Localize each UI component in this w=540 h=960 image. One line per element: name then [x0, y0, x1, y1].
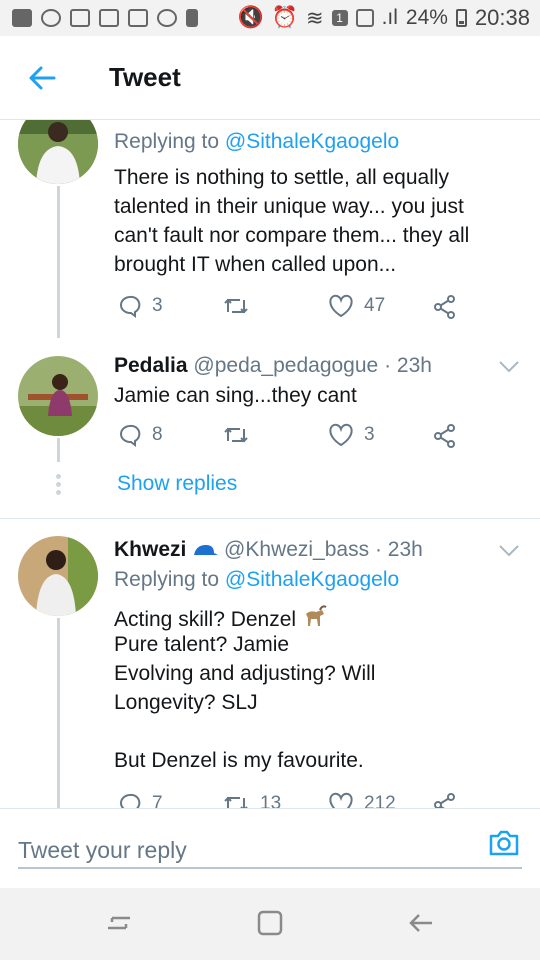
reply-icon [120, 793, 141, 808]
retweet-count: 13 [260, 793, 282, 808]
retweet-button[interactable] [222, 294, 250, 318]
camera-notification-icon [157, 9, 177, 27]
reply-placeholder: Tweet your reply [18, 837, 187, 863]
whatsapp-icon [41, 9, 61, 27]
heart-icon [329, 294, 353, 318]
retweet-button[interactable]: 13 [222, 792, 281, 808]
tweet-text-line: Evolving and adjusting? Will [114, 662, 376, 685]
tweet-text-line: Acting skill? Denzel [114, 604, 328, 632]
notification-icons [0, 9, 198, 27]
tweet-actions: 7 13 212 [114, 792, 474, 808]
like-button[interactable]: 47 [328, 294, 385, 318]
tweet-header: Pedalia @peda_pedagogue · 23h [114, 354, 432, 378]
heart-icon [329, 423, 353, 447]
tweet-text-line: brought IT when called upon... [114, 253, 397, 276]
sd-card-icon [186, 9, 198, 27]
mention-link[interactable]: @SithaleKgaogelo [225, 568, 399, 591]
avatar[interactable] [18, 120, 98, 184]
thread-connector [57, 438, 60, 462]
reply-composer: Tweet your reply [0, 808, 540, 889]
tweet-text-line: Longevity? SLJ [114, 691, 258, 714]
reply-count: 3 [152, 295, 163, 316]
wifi-icon: ≋ [305, 6, 324, 30]
like-count: 212 [364, 793, 396, 808]
mention-link[interactable]: @SithaleKgaogelo [225, 130, 399, 153]
username[interactable]: @peda_pedagogue [193, 354, 378, 377]
chevron-down-icon[interactable] [498, 544, 520, 558]
reply-count: 8 [152, 424, 163, 445]
home-icon[interactable] [257, 910, 283, 936]
chevron-down-icon[interactable] [498, 360, 520, 374]
tweet-text-line: can't fault nor compare them... they all [114, 224, 470, 247]
share-button[interactable] [432, 792, 458, 808]
clock: 20:38 [474, 5, 530, 30]
tweet-actions: 3 47 [114, 294, 474, 324]
avatar[interactable] [18, 356, 98, 436]
status-bar: 🔇 ⏰ ≋ 1 .ıl 24% 20:38 [0, 0, 540, 36]
gmail-icon [99, 9, 119, 27]
reply-input[interactable]: Tweet your reply [18, 829, 522, 869]
reply-icon [120, 295, 141, 318]
replying-to: Replying to @SithaleKgaogelo [114, 130, 400, 153]
share-button[interactable] [432, 423, 458, 449]
recent-apps-icon[interactable] [106, 910, 132, 936]
reply-count: 7 [152, 793, 163, 808]
retweet-icon [224, 298, 248, 314]
back-icon[interactable] [408, 910, 434, 936]
back-arrow-icon[interactable] [28, 64, 56, 92]
system-nav-bar [0, 888, 540, 960]
cap-emoji-icon [194, 545, 219, 556]
like-button[interactable]: 212 [328, 792, 396, 808]
camera-icon[interactable] [488, 829, 520, 857]
reply-button[interactable]: 8 [118, 423, 163, 447]
share-button[interactable] [432, 294, 458, 320]
like-count: 47 [364, 295, 386, 316]
data-saver-icon [355, 9, 374, 27]
reply-button[interactable]: 7 [118, 792, 163, 808]
show-replies-link[interactable]: Show replies [117, 472, 237, 496]
tweet-header: Khwezi @Khwezi_bass · 23h [114, 538, 423, 562]
tweet-text-line: But Denzel is my favourite. [114, 749, 364, 772]
share-icon [434, 295, 455, 319]
display-name[interactable]: Khwezi [114, 538, 186, 561]
gallery-icon [128, 9, 148, 27]
share-icon [434, 793, 455, 808]
tweet-time: · 23h [374, 538, 423, 561]
retweet-icon [224, 427, 248, 443]
battery-percent: 24% [405, 6, 448, 29]
gmail-icon [70, 9, 90, 27]
display-name[interactable]: Pedalia [114, 354, 188, 377]
reply-thread: Replying to @SithaleKgaogelo There is no… [0, 120, 540, 808]
mute-icon: 🔇 [237, 6, 264, 29]
tweet-time: · 23h [384, 354, 432, 377]
share-icon [434, 424, 455, 448]
message-icon [12, 9, 32, 27]
tweet-text-line: Pure talent? Jamie [114, 633, 290, 656]
like-count: 3 [364, 424, 375, 445]
page-title: Tweet [109, 62, 181, 92]
sim-icon: 1 [331, 10, 348, 26]
tweet-text-line: Jamie can sing...they cant [114, 384, 357, 407]
system-indicators: 🔇 ⏰ ≋ 1 .ıl 24% 20:38 [238, 0, 530, 36]
tweet-text-line: There is nothing to settle, all equally [114, 166, 450, 189]
replying-to: Replying to @SithaleKgaogelo [114, 568, 400, 591]
heart-icon [329, 792, 353, 808]
app-header: Tweet [0, 36, 540, 120]
thread-connector [57, 186, 60, 338]
reply-button[interactable]: 3 [118, 294, 163, 318]
thread-connector [57, 618, 60, 808]
divider [0, 518, 540, 519]
avatar[interactable] [18, 536, 98, 616]
retweet-icon [224, 796, 248, 808]
username[interactable]: @Khwezi_bass [224, 538, 369, 561]
like-button[interactable]: 3 [328, 423, 375, 447]
reply-icon [120, 424, 141, 447]
battery-icon [455, 9, 467, 27]
retweet-button[interactable] [222, 423, 250, 447]
goat-emoji-icon [305, 605, 327, 626]
alarm-icon: ⏰ [271, 6, 298, 29]
tweet-actions: 8 3 [114, 423, 474, 453]
tweet-text-line: talented in their unique way... you just [114, 195, 464, 218]
signal-icon: .ıl [381, 6, 398, 29]
